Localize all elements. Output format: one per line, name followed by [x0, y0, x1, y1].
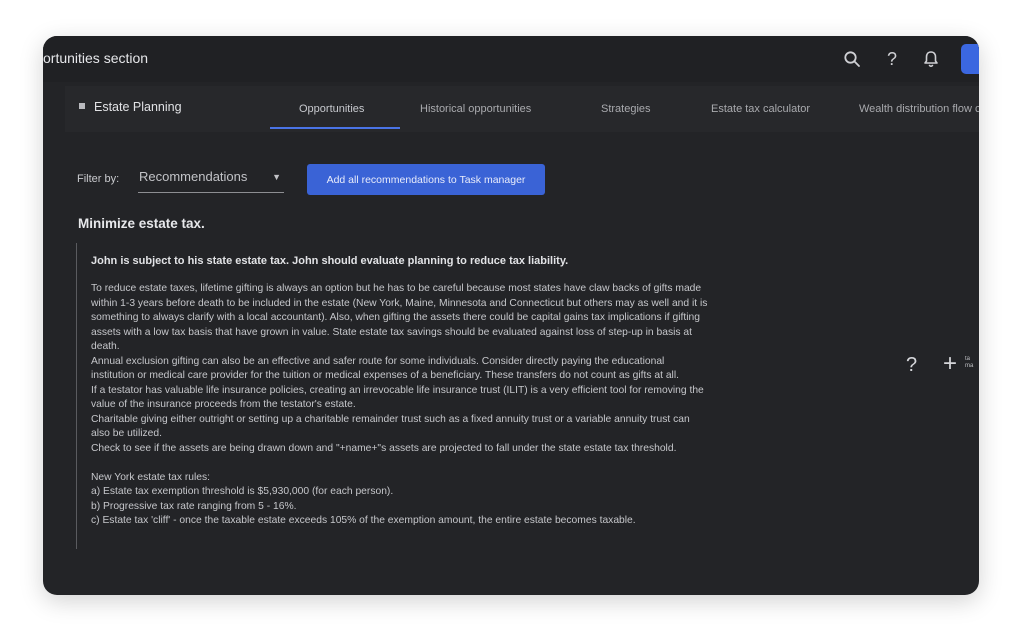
filter-select[interactable]: Recommendations ▼: [138, 164, 284, 193]
account-button[interactable]: [961, 44, 979, 74]
page-title: ortunities section: [43, 50, 149, 66]
body-line: To reduce estate taxes, lifetime gifting…: [91, 283, 702, 294]
recommendation-body: To reduce estate taxes, lifetime gifting…: [91, 282, 901, 529]
caret-down-icon: ▼: [272, 172, 281, 182]
body-line: New York estate tax rules:: [91, 471, 211, 483]
body-line: a) Estate tax exemption threshold is $5,…: [91, 486, 394, 497]
tab-strategies[interactable]: Strategies: [601, 103, 651, 115]
add-all-to-task-manager-button[interactable]: Add all recommendations to Task manager: [307, 164, 545, 195]
recommendation-subheading: John is subject to his state estate tax.…: [91, 255, 569, 267]
tab-estate-tax-calculator[interactable]: Estate tax calculator: [711, 103, 810, 115]
body-line: something to always clarify with a local…: [91, 312, 700, 323]
search-icon[interactable]: [841, 48, 863, 70]
active-tab-indicator: [270, 127, 400, 129]
body-line: also be utilized.: [91, 428, 162, 439]
body-line: value of the insurance proceeds from the…: [91, 399, 356, 410]
add-to-task-label[interactable]: ta ma: [965, 356, 979, 370]
tabs-bar: Estate Planning Opportunities Historical…: [65, 86, 979, 132]
section-title: Estate Planning: [79, 100, 182, 114]
recommendation-card-rule: [76, 243, 77, 549]
body-line: c) Estate tax 'cliff' - once the taxable…: [91, 515, 636, 526]
tab-opportunities[interactable]: Opportunities: [299, 103, 364, 115]
body-line: Charitable giving either outright or set…: [91, 413, 690, 425]
body-line-spacer: [91, 456, 901, 471]
top-app-bar: ortunities section ?: [43, 36, 979, 82]
body-line: death.: [91, 341, 120, 352]
body-line: within 1-3 years before death to be incl…: [91, 297, 708, 309]
filter-select-value: Recommendations: [139, 169, 248, 184]
body-line: assets with a low tax basis that have gr…: [91, 326, 693, 338]
tab-wealth-distribution-flow[interactable]: Wealth distribution flow ch: [859, 103, 979, 115]
body-line: Check to see if the assets are being dra…: [91, 442, 677, 454]
filter-label: Filter by:: [77, 173, 120, 185]
help-icon[interactable]: ?: [906, 354, 917, 377]
body-line: If a testator has valuable life insuranc…: [91, 384, 704, 396]
body-line: institution or medical care provider for…: [91, 370, 679, 381]
section-bullet-icon: [79, 103, 85, 109]
body-line: b) Progressive tax rate ranging from 5 -…: [91, 500, 297, 512]
plus-icon[interactable]: +: [943, 350, 957, 378]
tab-historical-opportunities[interactable]: Historical opportunities: [420, 103, 531, 115]
app-window: ortunities section ? Estate Planning Opp…: [43, 36, 979, 595]
body-line: Annual exclusion gifting can also be an …: [91, 355, 665, 367]
recommendation-heading: Minimize estate tax.: [78, 216, 205, 231]
bell-icon[interactable]: [920, 48, 942, 70]
help-icon[interactable]: ?: [881, 48, 903, 70]
